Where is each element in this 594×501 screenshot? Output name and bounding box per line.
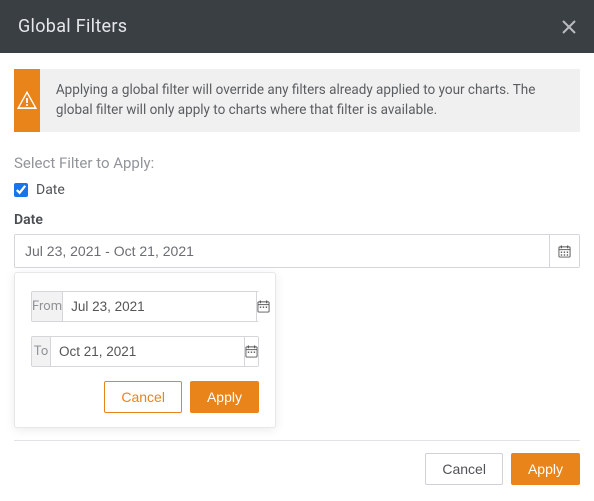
to-date-input[interactable] — [51, 337, 244, 366]
calendar-icon — [558, 245, 571, 258]
date-checkbox-label: Date — [36, 182, 65, 198]
popover-cancel-button[interactable]: Cancel — [104, 381, 182, 413]
to-date-field: To — [31, 336, 259, 367]
date-range-input-group — [14, 234, 580, 268]
to-calendar-button[interactable] — [244, 337, 258, 366]
apply-button[interactable]: Apply — [511, 453, 580, 485]
dialog-footer: Cancel Apply — [14, 440, 580, 485]
popover-button-row: Cancel Apply — [31, 381, 259, 413]
date-checkbox[interactable] — [14, 183, 28, 197]
calendar-icon — [257, 300, 270, 313]
to-label: To — [32, 337, 51, 366]
alert-icon-block — [14, 69, 40, 132]
date-field-label: Date — [14, 212, 580, 228]
from-calendar-button[interactable] — [256, 292, 270, 321]
from-date-field: From — [31, 291, 259, 322]
dialog-header: Global Filters — [0, 0, 594, 53]
date-range-calendar-button[interactable] — [549, 235, 579, 267]
warning-icon — [15, 89, 39, 113]
from-label: From — [32, 292, 63, 321]
filter-option-date[interactable]: Date — [14, 182, 580, 198]
calendar-icon — [245, 345, 258, 358]
select-filter-label: Select Filter to Apply: — [14, 154, 580, 172]
alert-banner: Applying a global filter will override a… — [14, 69, 580, 132]
dialog-title: Global Filters — [18, 16, 127, 37]
close-icon[interactable] — [562, 20, 576, 34]
from-date-input[interactable] — [63, 292, 256, 321]
date-range-popover: From To — [14, 272, 276, 428]
global-filters-dialog: Global Filters Applying a global filter … — [0, 0, 594, 268]
cancel-button[interactable]: Cancel — [425, 453, 503, 485]
dialog-body: Applying a global filter will override a… — [0, 53, 594, 268]
popover-apply-button[interactable]: Apply — [190, 381, 259, 413]
alert-message: Applying a global filter will override a… — [40, 69, 580, 132]
date-range-input[interactable] — [15, 235, 549, 267]
